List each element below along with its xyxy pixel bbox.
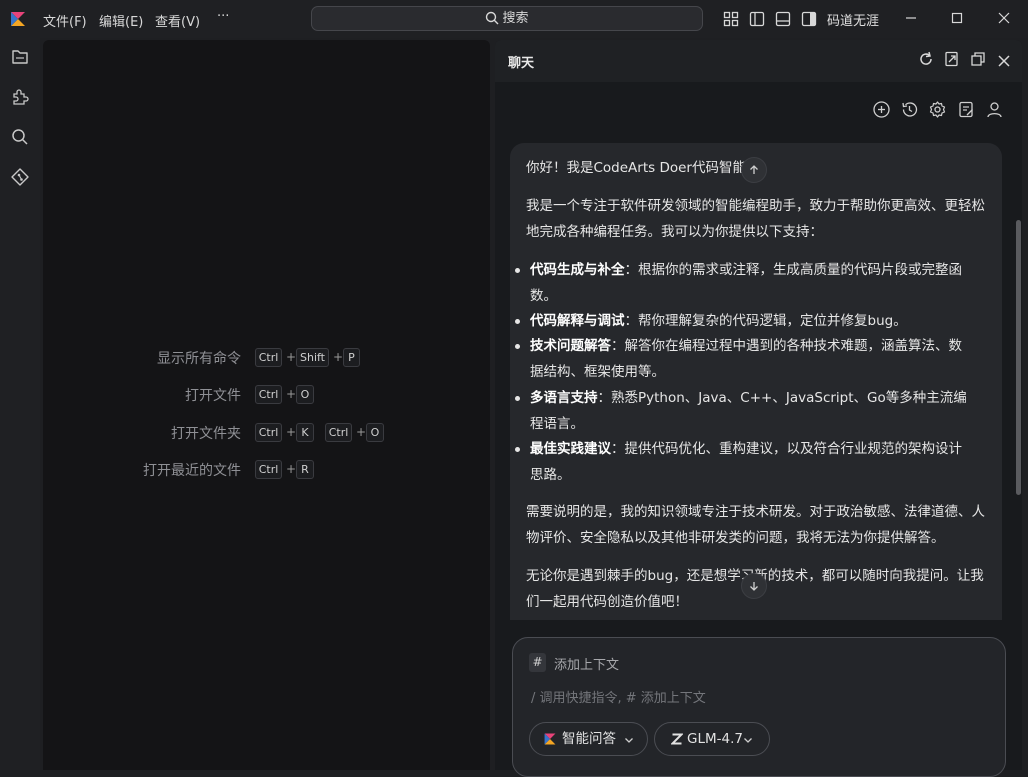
toggle-sidebar-icon[interactable] bbox=[749, 11, 765, 27]
restore-panel-icon[interactable] bbox=[969, 50, 987, 68]
list-item: 代码解释与调试：帮你理解复杂的代码逻辑，定位并修复bug。 bbox=[515, 308, 974, 334]
list-item: 最佳实践建议：提供代码优化、重构建议，以及符合行业规范的架构设计思路。 bbox=[515, 436, 974, 488]
menu-more[interactable]: ··· bbox=[217, 9, 229, 24]
scroll-up-button[interactable] bbox=[741, 157, 767, 183]
feature-title: 多语言支持 bbox=[530, 390, 598, 406]
key-cap: Ctrl bbox=[255, 348, 282, 367]
feature-desc: ：帮你理解复杂的代码逻辑，定位并修复bug。 bbox=[624, 313, 907, 329]
extensions-icon[interactable] bbox=[10, 87, 30, 107]
scroll-down-button[interactable] bbox=[741, 573, 767, 599]
mode-label: 智能问答 bbox=[562, 731, 616, 747]
explorer-icon[interactable] bbox=[10, 47, 30, 67]
key-cap: O bbox=[296, 385, 314, 404]
open-in-editor-icon[interactable] bbox=[943, 50, 961, 68]
plus-separator: + bbox=[286, 350, 297, 364]
close-window-icon[interactable] bbox=[994, 8, 1014, 28]
app-logo-icon[interactable] bbox=[9, 10, 27, 28]
hash-context-button[interactable]: # bbox=[529, 653, 546, 672]
menu-view[interactable]: 查看(V) bbox=[155, 11, 200, 30]
bullet-dot bbox=[515, 319, 520, 324]
maximize-icon[interactable] bbox=[947, 8, 967, 28]
key-cap: Ctrl bbox=[255, 423, 282, 442]
menu-edit[interactable]: 编辑(E) bbox=[99, 11, 143, 30]
title-bar: 文件(F) 编辑(E) 查看(V) ··· 搜索 码道无涯 bbox=[0, 0, 1028, 38]
bullet-dot bbox=[515, 447, 520, 452]
search-box[interactable]: 搜索 bbox=[311, 6, 703, 31]
chat-title: 聊天 bbox=[508, 56, 535, 71]
bullet-dot bbox=[515, 268, 520, 273]
feature-title: 技术问题解答 bbox=[530, 338, 611, 354]
list-item: 代码生成与补全：根据你的需求或注释，生成高质量的代码片段或完整函数。 bbox=[515, 257, 974, 309]
arrow-down-icon bbox=[750, 582, 758, 591]
list-item: 多语言支持：熟悉Python、Java、C++、JavaScript、Go等多种… bbox=[515, 385, 974, 437]
search-icon bbox=[486, 11, 499, 25]
key-cap: Ctrl bbox=[255, 460, 282, 479]
shortcut-label: 打开文件夹 bbox=[171, 426, 241, 442]
app-logo-icon bbox=[544, 733, 556, 745]
menu-file[interactable]: 文件(F) bbox=[43, 11, 87, 30]
user-name[interactable]: 码道无涯 bbox=[827, 10, 879, 29]
key-cap: K bbox=[296, 423, 314, 442]
activity-bar bbox=[0, 38, 40, 770]
chat-input-box[interactable]: # 添加上下文 / 调用快捷指令, # 添加上下文 智能问答 GLM-4.7 bbox=[512, 637, 1006, 777]
shortcut-label: 打开文件 bbox=[185, 388, 241, 404]
mode-selector[interactable]: 智能问答 bbox=[529, 722, 648, 756]
message-intro: 我是一个专注于软件研发领域的智能编程助手，致力于帮助你更高效、更轻松地完成各种编… bbox=[526, 198, 985, 240]
assistant-message: 你好！我是CodeArts Doer代码智能体。 我是一个专注于软件研发领域的智… bbox=[510, 143, 1002, 620]
chat-input-field[interactable]: / 调用快捷指令, # 添加上下文 bbox=[531, 687, 706, 706]
key-cap: Shift bbox=[296, 348, 329, 367]
message-note: 需要说明的是，我的知识领域专注于技术研发。对于政治敏感、法律道德、人物评价、安全… bbox=[526, 504, 985, 546]
bullet-dot bbox=[515, 344, 520, 349]
layout-grid-icon[interactable] bbox=[723, 11, 739, 27]
chat-header: 聊天 bbox=[495, 40, 1022, 82]
chevron-down-icon bbox=[744, 738, 752, 743]
account-icon[interactable] bbox=[985, 100, 1004, 119]
settings-icon[interactable] bbox=[928, 100, 947, 119]
plus-separator: + bbox=[286, 425, 297, 439]
plus-separator: + bbox=[286, 387, 297, 401]
feature-title: 最佳实践建议 bbox=[530, 441, 611, 457]
key-cap: Ctrl bbox=[255, 385, 282, 404]
model-label: GLM-4.7 bbox=[687, 731, 743, 747]
add-context-button[interactable]: 添加上下文 bbox=[554, 654, 619, 673]
editor-area[interactable]: 显示所有命令 Ctrl + Shift + P 打开文件 Ctrl + O 打开… bbox=[43, 40, 490, 770]
rules-icon[interactable] bbox=[957, 100, 976, 119]
minimize-icon[interactable] bbox=[901, 8, 921, 28]
refresh-icon[interactable] bbox=[917, 50, 935, 68]
chevron-down-icon bbox=[625, 738, 633, 743]
search-view-icon[interactable] bbox=[10, 127, 30, 147]
source-control-icon[interactable] bbox=[10, 167, 30, 187]
zhipu-logo-icon bbox=[671, 733, 683, 745]
toggle-secondary-sidebar-icon[interactable] bbox=[801, 11, 817, 27]
shortcut-label: 显示所有命令 bbox=[157, 351, 241, 367]
feature-title: 代码生成与补全 bbox=[530, 262, 625, 278]
shortcut-label: 打开最近的文件 bbox=[143, 463, 241, 479]
key-cap: Ctrl bbox=[325, 423, 352, 442]
list-item: 技术问题解答：解答你在编程过程中遇到的各种技术难题，涵盖算法、数据结构、框架使用… bbox=[515, 333, 974, 385]
model-selector[interactable]: GLM-4.7 bbox=[654, 722, 770, 756]
chat-scrollbar[interactable] bbox=[1016, 220, 1021, 495]
close-panel-icon[interactable] bbox=[995, 52, 1013, 70]
feature-title: 代码解释与调试 bbox=[530, 313, 625, 329]
search-label: 搜索 bbox=[502, 11, 529, 26]
key-cap: P bbox=[343, 348, 360, 367]
new-chat-icon[interactable] bbox=[872, 100, 891, 119]
plus-separator: + bbox=[333, 350, 344, 364]
bullet-dot bbox=[515, 396, 520, 401]
plus-separator: + bbox=[356, 425, 367, 439]
arrow-up-icon bbox=[750, 165, 758, 174]
plus-separator: + bbox=[286, 462, 297, 476]
key-cap: R bbox=[296, 460, 314, 479]
chat-panel: 聊天 你好！我是CodeArts Doer代码智能体。 我是一个专注于软件研发领… bbox=[495, 40, 1022, 777]
key-cap: O bbox=[366, 423, 384, 442]
toggle-panel-icon[interactable] bbox=[775, 11, 791, 27]
history-icon[interactable] bbox=[900, 100, 919, 119]
